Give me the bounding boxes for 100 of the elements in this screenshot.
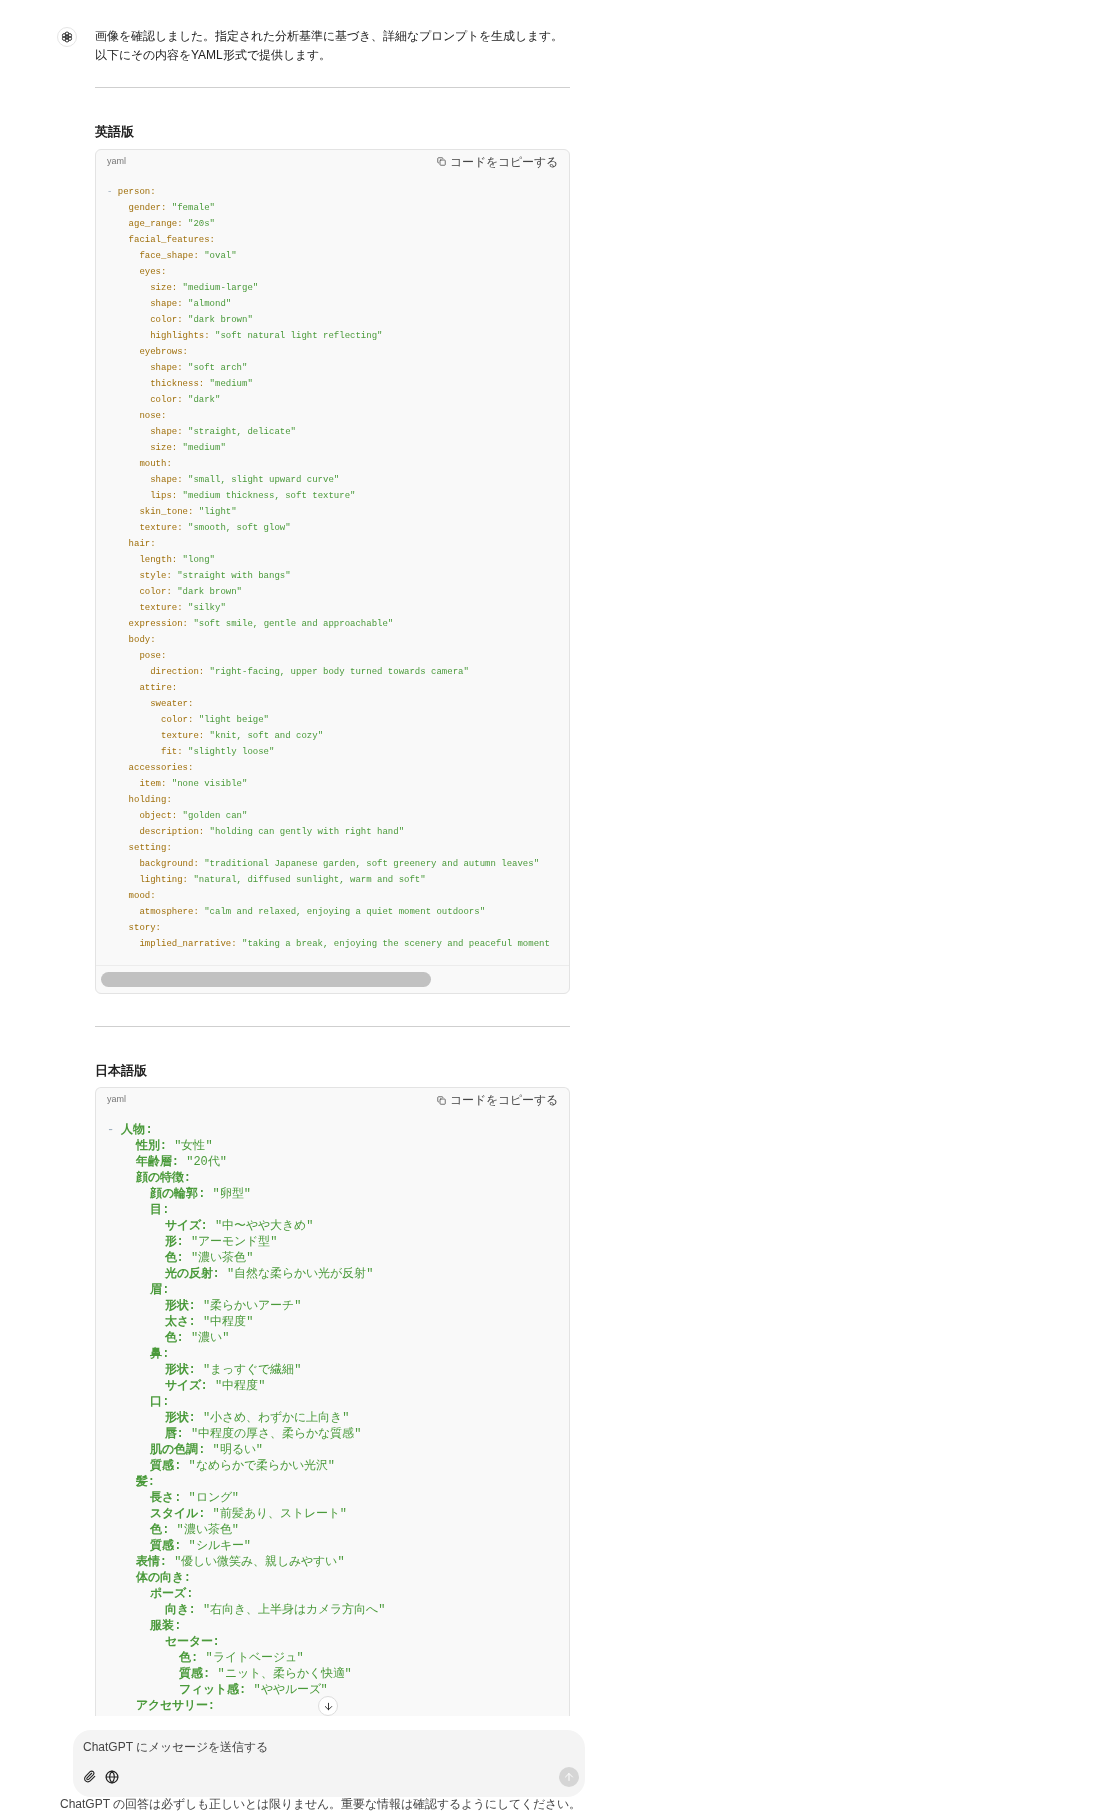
code-line: skin_tone: "light" (139, 505, 237, 519)
code-line: hair: (128, 537, 156, 551)
copy-code-button[interactable]: コードをコピーする (437, 152, 558, 171)
code-line: object: "golden can" (139, 809, 248, 823)
section-heading: 日本語版 (95, 1061, 148, 1080)
code-line: pose: (139, 649, 167, 663)
code-line: color: "light beige" (161, 713, 270, 727)
code-line: 体の向き: (135, 1570, 191, 1586)
copy-code-button[interactable]: コードをコピーする (437, 1091, 558, 1109)
code-line: fit: "slightly loose" (161, 745, 275, 759)
code-line: attire: (139, 681, 178, 695)
code-line: 質感: "シルキー" (150, 1538, 251, 1554)
code-line: atmosphere: "calm and relaxed, enjoying a quiet moment outdoors" (139, 905, 486, 919)
code-line: implied_narrative: "taking a break, enjoying the scenery and peaceful moment (139, 937, 550, 951)
code-line: セーター: (164, 1634, 220, 1650)
code-line: 色: "ライトベージュ" (179, 1650, 304, 1666)
code-line: sweater: (150, 697, 194, 711)
code-line: 唇: "中程度の厚さ、柔らかな質感" (164, 1426, 362, 1442)
code-line: 太さ: "中程度" (164, 1314, 254, 1330)
code-line: mouth: (139, 457, 172, 471)
code-line: expression: "soft smile, gentle and approachable" (128, 617, 394, 631)
arrow-up-icon (563, 1771, 575, 1783)
code-line: length: "long" (139, 553, 215, 567)
code-line: accessories: (128, 761, 194, 775)
code-line: color: "dark" (150, 393, 221, 407)
code-line: アクセサリー: (135, 1698, 215, 1714)
code-line: 性別: "女性" (135, 1138, 213, 1154)
code-line: texture: "silky" (139, 601, 226, 615)
code-line: 顔の輪郭: "卵型" (150, 1186, 251, 1202)
code-line: age_range: "20s" (128, 217, 215, 231)
code-line: 色: "濃い茶色" (164, 1250, 254, 1266)
code-line: gender: "female" (128, 201, 215, 215)
code-line: style: "straight with bangs" (139, 569, 291, 583)
code-line: color: "dark brown" (139, 585, 242, 599)
code-line: direction: "right-facing, upper body turned towards camera" (150, 665, 469, 679)
code-line: color: "dark brown" (150, 313, 253, 327)
code-line: holding: (128, 793, 172, 807)
code-line: background: "traditional Japanese garden, soft greenery and autumn leaves" (139, 857, 540, 871)
code-line: texture: "smooth, soft glow" (139, 521, 291, 535)
code-line: shape: "straight, delicate" (150, 425, 296, 439)
code-line: lighting: "natural, diffused sunlight, warm and soft" (139, 873, 426, 887)
code-line: 質感: "ニット、柔らかく快適" (179, 1666, 352, 1682)
code-line: 髪: (135, 1474, 155, 1490)
code-line: 色: "濃い" (164, 1330, 230, 1346)
code-line: - person: (107, 185, 156, 199)
code-line: setting: (128, 841, 172, 855)
code-line: description: "holding can gently with right hand" (139, 825, 405, 839)
assistant-message: 画像を確認しました。指定された分析基準に基づき、詳細なプロンプトを生成します。以下にその内容をYAML形式で提供します。 (95, 28, 564, 64)
section-heading: 英語版 (95, 123, 135, 141)
code-line: - 人物: (107, 1122, 153, 1138)
code-line: shape: "almond" (150, 297, 232, 311)
code-line: size: "medium-large" (150, 281, 259, 295)
code-line: 目: (150, 1202, 170, 1218)
code-line: フィット感: "ややルーズ" (179, 1682, 328, 1698)
code-line: mood: (128, 889, 156, 903)
code-line: shape: "small, slight upward curve" (150, 473, 340, 487)
code-line: 形: "アーモンド型" (164, 1234, 278, 1250)
code-line: 質感: "なめらかで柔らかい光沢" (150, 1458, 335, 1474)
code-line: body: (128, 633, 156, 647)
globe-icon[interactable] (105, 1770, 119, 1784)
code-line: facial_features: (128, 233, 215, 247)
message-input[interactable]: ChatGPT にメッセージを送信する (83, 1736, 523, 1758)
code-line: 光の反射: "自然な柔らかい光が反射" (164, 1266, 374, 1282)
code-line: item: "none visible" (139, 777, 248, 791)
code-line: size: "medium" (150, 441, 226, 455)
code-line: shape: "soft arch" (150, 361, 248, 375)
code-line: lips: "medium thickness, soft texture" (150, 489, 356, 503)
code-line: face_shape: "oval" (139, 249, 237, 263)
code-line: スタイル: "前髪あり、ストレート" (150, 1506, 347, 1522)
code-line: story: (128, 921, 161, 935)
code-line: 長さ: "ロング" (150, 1490, 239, 1506)
code-line: 形状: "まっすぐで繊細" (164, 1362, 302, 1378)
scrollbar-thumb[interactable] (101, 971, 431, 987)
code-line: 色: "濃い茶色" (150, 1522, 239, 1538)
code-language: yaml (107, 1093, 126, 1107)
code-line: 顔の特徴: (135, 1170, 191, 1186)
code-line: highlights: "soft natural light reflecting" (150, 329, 383, 343)
code-line: 口: (150, 1394, 170, 1410)
code-line: 肌の色調: "明るい" (150, 1442, 263, 1458)
code-line: 年齢層: "20代" (135, 1154, 227, 1170)
code-line: 表情: "優しい微笑み、親しみやすい" (135, 1554, 345, 1570)
code-line: texture: "knit, soft and cozy" (161, 729, 324, 743)
code-line: ポーズ: (150, 1586, 194, 1602)
code-line: 鼻: (150, 1346, 170, 1362)
paperclip-icon[interactable] (83, 1770, 96, 1783)
message-composer[interactable]: ChatGPT にメッセージを送信する (73, 1730, 585, 1797)
copy-icon (437, 157, 446, 166)
code-line: サイズ: "中程度" (164, 1378, 266, 1394)
arrow-down-icon (322, 1700, 334, 1712)
code-line: thickness: "medium" (150, 377, 253, 391)
code-line: eyes: (139, 265, 167, 279)
code-language: yaml (107, 154, 126, 168)
code-line: 服装: (150, 1618, 182, 1634)
code-line: 形状: "柔らかいアーチ" (164, 1298, 302, 1314)
code-line: 形状: "小さめ、わずかに上向き" (164, 1410, 350, 1426)
code-line: eyebrows: (139, 345, 188, 359)
code-line: nose: (139, 409, 167, 423)
disclaimer: ChatGPT の回答は必ずしも正しいとは限りません。重要な情報は確認するようにしてください。 (60, 1797, 582, 1811)
code-line: 向き: "右向き、上半身はカメラ方向へ" (164, 1602, 386, 1618)
code-line: 眉: (150, 1282, 170, 1298)
